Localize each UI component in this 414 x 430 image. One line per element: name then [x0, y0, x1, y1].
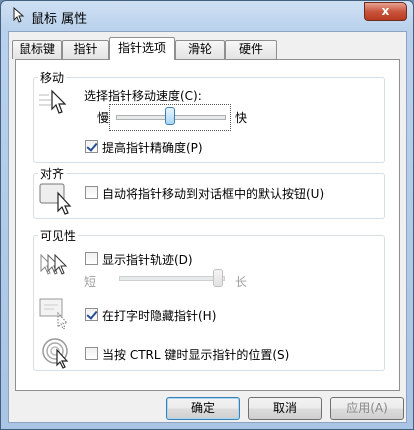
ctrl-location-label[interactable]: 当按 CTRL 键时显示指针的位置(S): [102, 346, 289, 363]
pointer-speed-icon: [39, 89, 67, 114]
cancel-button[interactable]: 取消: [248, 397, 322, 420]
show-location-icon: [42, 338, 69, 369]
ok-button[interactable]: 确定: [166, 397, 240, 420]
hide-typing-checkbox[interactable]: [85, 308, 98, 321]
hide-typing-label[interactable]: 在打字时隐藏指针(H): [102, 307, 216, 324]
visibility-group-title: 可见性: [38, 227, 79, 244]
trails-label[interactable]: 显示指针轨迹(D): [102, 251, 193, 268]
tab-buttons[interactable]: 鼠标键: [12, 40, 62, 59]
precision-label[interactable]: 提高指针精确度(P): [102, 139, 203, 156]
speed-slow-label: 慢: [97, 111, 110, 125]
ctrl-location-checkbox[interactable]: [85, 347, 98, 360]
apply-button[interactable]: 应用(A): [330, 397, 404, 420]
properties-window: 鼠标 属性 x 鼠标键 指针 指针选项 滑轮 硬件 移动 选择指针移动速度(C)…: [0, 0, 414, 430]
snap-to-button-icon: [39, 183, 72, 215]
trails-slider-thumb[interactable]: [213, 269, 223, 287]
tab-pointers[interactable]: 指针: [62, 40, 109, 59]
precision-checkbox[interactable]: [85, 140, 98, 153]
snap-group-title: 对齐: [38, 165, 67, 182]
snap-label[interactable]: 自动将指针移动到对话框中的默认按钮(U): [102, 185, 324, 202]
tab-hardware[interactable]: 硬件: [225, 40, 277, 59]
tab-wheel[interactable]: 滑轮: [175, 40, 225, 59]
speed-fast-label: 快: [235, 111, 248, 125]
window-title: 鼠标 属性: [31, 12, 88, 27]
close-button[interactable]: x: [364, 2, 407, 21]
trails-slider-track[interactable]: [119, 276, 225, 281]
trails-short-label: 短: [84, 275, 97, 289]
snap-checkbox[interactable]: [85, 186, 98, 199]
title-bar[interactable]: 鼠标 属性 x: [1, 1, 413, 31]
motion-group-title: 移动: [38, 69, 67, 86]
speed-label: 选择指针移动速度(C):: [84, 89, 202, 103]
trails-checkbox[interactable]: [85, 252, 98, 265]
speed-slider-thumb[interactable]: [165, 107, 175, 125]
hide-while-typing-icon: [39, 298, 69, 330]
trails-long-label: 长: [235, 275, 248, 289]
pointer-trails-icon: [40, 253, 68, 275]
tab-pointer-options[interactable]: 指针选项: [109, 37, 175, 60]
mouse-pointer-app-icon: [13, 7, 25, 23]
